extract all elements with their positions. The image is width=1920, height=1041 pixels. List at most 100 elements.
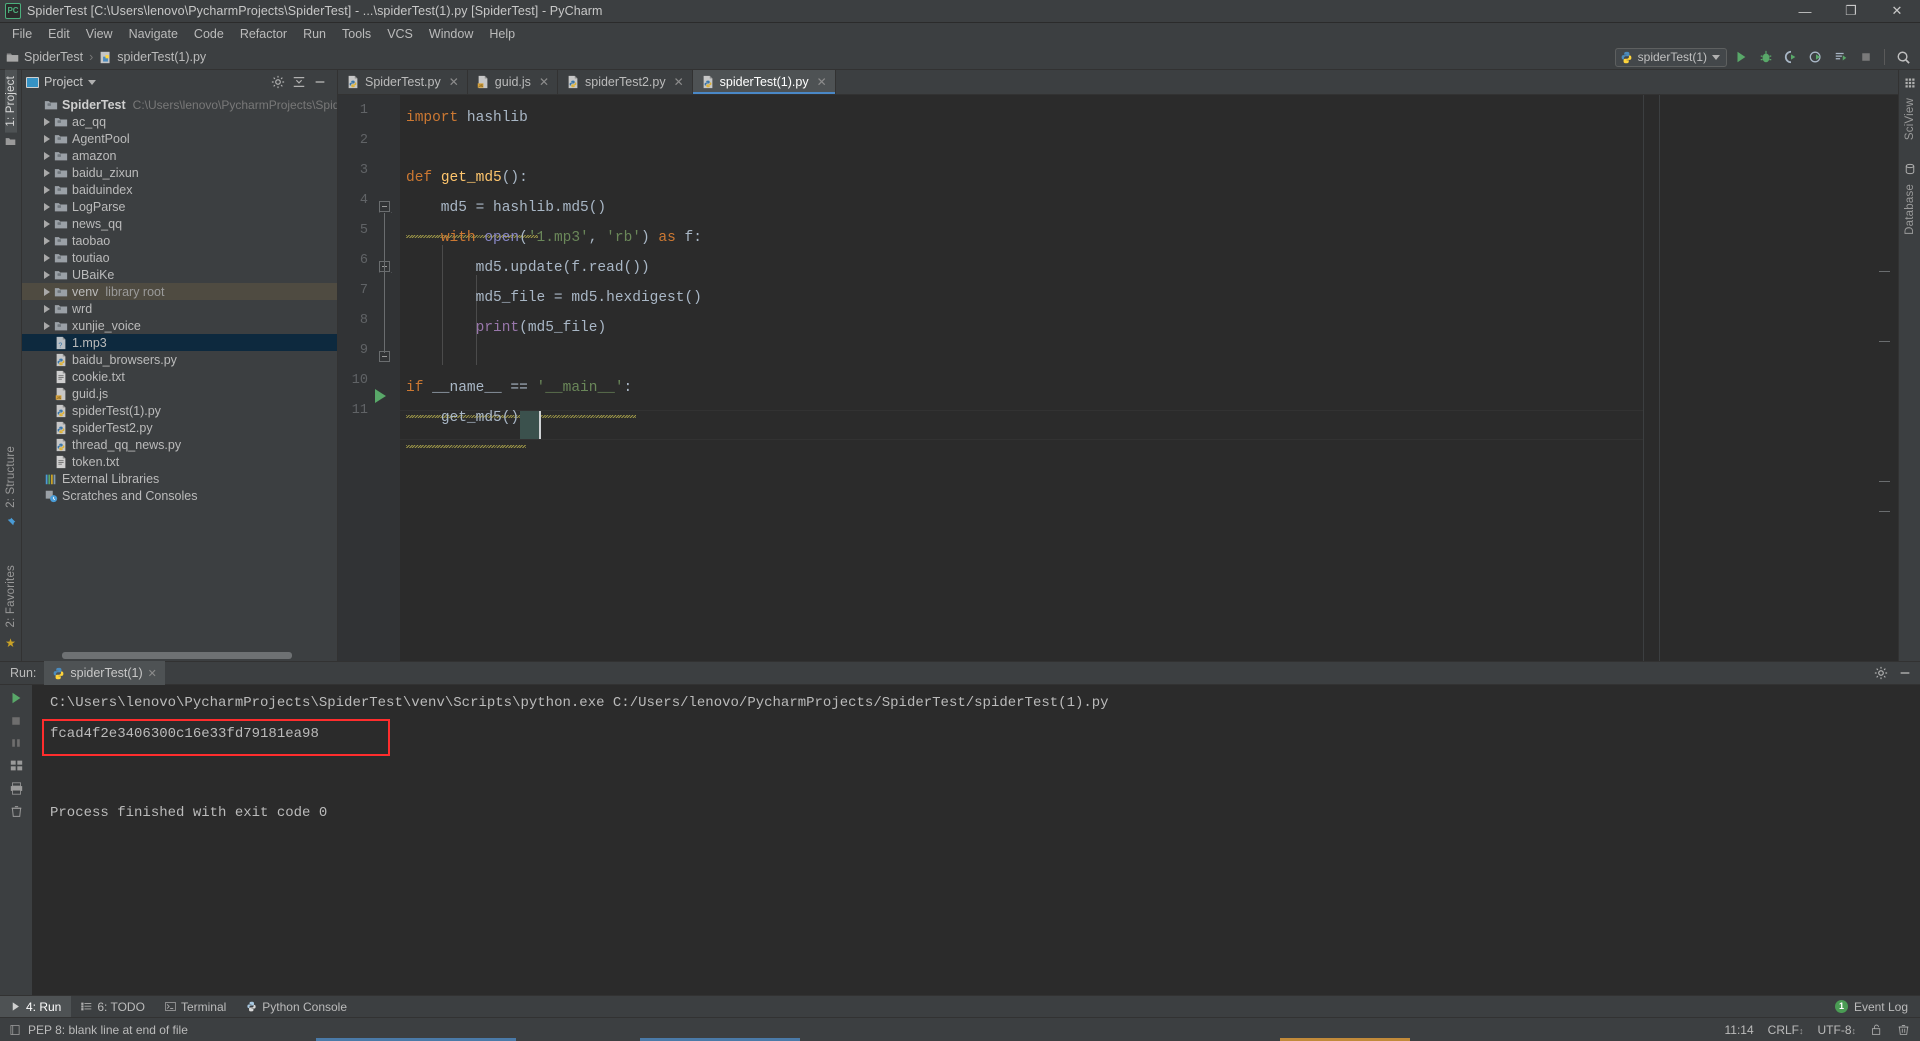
run-tab-spidertest[interactable]: spiderTest(1) ✕ — [44, 661, 165, 685]
gear-icon[interactable] — [1874, 666, 1888, 680]
tree-item-logparse[interactable]: LogParse — [22, 198, 337, 215]
run-configuration-selector[interactable]: spiderTest(1) — [1614, 47, 1727, 67]
expand-arrow-icon[interactable] — [40, 134, 53, 143]
rerun-button[interactable] — [9, 691, 23, 705]
stop-button[interactable] — [10, 715, 22, 727]
menu-vcs[interactable]: VCS — [379, 24, 421, 44]
expand-arrow-icon[interactable] — [40, 117, 53, 126]
menu-view[interactable]: View — [78, 24, 121, 44]
toggle-view-button[interactable] — [10, 759, 23, 772]
sciview-icon[interactable] — [1904, 77, 1916, 89]
tree-item-1-mp3[interactable]: ? 1.mp3 — [22, 334, 337, 351]
hide-panel-icon[interactable] — [1898, 666, 1912, 680]
run-coverage-button[interactable] — [1780, 46, 1802, 68]
sidebar-item-favorites[interactable]: 2: Favorites — [5, 559, 17, 633]
folder-icon[interactable] — [5, 136, 16, 147]
gc-icon[interactable] — [1897, 1023, 1910, 1036]
project-horizontal-scrollbar[interactable] — [22, 649, 337, 661]
close-icon[interactable]: ✕ — [449, 75, 459, 89]
menu-file[interactable]: File — [4, 24, 40, 44]
menu-refactor[interactable]: Refactor — [232, 24, 295, 44]
gear-icon[interactable] — [271, 75, 285, 89]
expand-arrow-icon[interactable] — [40, 219, 53, 228]
encoding-indicator[interactable]: UTF-8↕ — [1818, 1023, 1857, 1037]
code-editor[interactable]: import hashlib def get_md5(): md5 = hashl… — [400, 95, 1643, 661]
menu-edit[interactable]: Edit — [40, 24, 78, 44]
expand-arrow-icon[interactable] — [40, 253, 53, 262]
sidebar-item-database[interactable]: Database — [1904, 178, 1916, 241]
menu-help[interactable]: Help — [481, 24, 523, 44]
sidebar-item-sciview[interactable]: SciView — [1904, 92, 1916, 146]
tree-item-spidertest[interactable]: SpiderTest C:\Users\lenovo\PycharmProject… — [22, 96, 337, 113]
bottom-tab-terminal[interactable]: Terminal — [155, 996, 236, 1018]
breadcrumb-file[interactable]: spiderTest(1).py — [117, 50, 206, 64]
tree-item-scratches-and-consoles[interactable]: Scratches and Consoles — [22, 487, 337, 504]
tree-item-toutiao[interactable]: toutiao — [22, 249, 337, 266]
clear-all-button[interactable] — [10, 805, 23, 818]
bottom-tab-run[interactable]: 4: Run — [0, 995, 72, 1018]
chevron-down-icon[interactable] — [87, 79, 96, 85]
editor-tab-guid-js[interactable]: JS guid.js ✕ — [468, 70, 558, 94]
sidebar-item-project[interactable]: 1: Project — [4, 70, 17, 133]
editor-tab-spidertest-py[interactable]: SpiderTest.py ✕ — [338, 70, 468, 94]
breadcrumb-project[interactable]: SpiderTest — [24, 50, 83, 64]
run-button[interactable] — [1730, 46, 1752, 68]
expand-arrow-icon[interactable] — [40, 202, 53, 211]
tree-item-xunjie-voice[interactable]: xunjie_voice — [22, 317, 337, 334]
run-gutter-icon[interactable] — [375, 389, 386, 403]
unlocked-icon[interactable] — [1870, 1023, 1883, 1036]
tree-item-taobao[interactable]: taobao — [22, 232, 337, 249]
debug-button[interactable] — [1755, 46, 1777, 68]
stop-button[interactable] — [1855, 46, 1877, 68]
editor-tab-spidertest-1-py[interactable]: spiderTest(1).py ✕ — [692, 70, 836, 94]
tree-item-ubaike[interactable]: UBaiKe — [22, 266, 337, 283]
expand-arrow-icon[interactable] — [40, 287, 53, 296]
minimize-button[interactable]: — — [1782, 0, 1828, 23]
hide-panel-icon[interactable] — [313, 75, 327, 89]
project-panel-title[interactable]: Project — [44, 75, 83, 89]
menu-navigate[interactable]: Navigate — [121, 24, 186, 44]
database-icon[interactable] — [1904, 163, 1916, 175]
close-icon[interactable]: ✕ — [539, 75, 549, 89]
bottom-tab-python-console[interactable]: Python Console — [236, 996, 357, 1018]
menu-window[interactable]: Window — [421, 24, 481, 44]
run-console[interactable]: C:\Users\lenovo\PycharmProjects\SpiderTe… — [32, 685, 1920, 995]
tree-item-external-libraries[interactable]: External Libraries — [22, 470, 337, 487]
tree-item-wrd[interactable]: wrd — [22, 300, 337, 317]
pin-icon[interactable] — [5, 517, 16, 528]
tree-item-news-qq[interactable]: news_qq — [22, 215, 337, 232]
fold-marker-def[interactable] — [379, 201, 390, 212]
menu-tools[interactable]: Tools — [334, 24, 379, 44]
close-icon[interactable]: ✕ — [148, 667, 157, 680]
sidebar-item-structure[interactable]: 2: Structure — [5, 440, 17, 514]
tree-item-token-txt[interactable]: token.txt — [22, 453, 337, 470]
expand-arrow-icon[interactable] — [40, 270, 53, 279]
close-button[interactable]: ✕ — [1874, 0, 1920, 23]
editor-tab-spidertest2-py[interactable]: spiderTest2.py ✕ — [558, 70, 693, 94]
tree-item-guid-js[interactable]: JS guid.js — [22, 385, 337, 402]
menu-run[interactable]: Run — [295, 24, 334, 44]
editor-gutter[interactable]: 1 2 3 4 5 6 7 8 9 10 11 — [338, 95, 400, 661]
tree-item-baidu-zixun[interactable]: baidu_zixun — [22, 164, 337, 181]
line-separator-indicator[interactable]: CRLF↕ — [1768, 1023, 1804, 1037]
tree-item-ac-qq[interactable]: ac_qq — [22, 113, 337, 130]
expand-arrow-icon[interactable] — [40, 168, 53, 177]
tree-item-spidertest-1-py[interactable]: spiderTest(1).py — [22, 402, 337, 419]
run-with-options-button[interactable] — [1830, 46, 1852, 68]
profile-button[interactable] — [1805, 46, 1827, 68]
expand-arrow-icon[interactable] — [40, 236, 53, 245]
close-icon[interactable]: ✕ — [674, 75, 684, 89]
editor-marker-column[interactable] — [1643, 95, 1659, 661]
collapse-all-icon[interactable] — [292, 75, 306, 89]
menu-code[interactable]: Code — [186, 24, 232, 44]
tree-item-amazon[interactable]: amazon — [22, 147, 337, 164]
expand-arrow-icon[interactable] — [40, 304, 53, 313]
event-log-area[interactable]: 1 Event Log — [1834, 1000, 1920, 1014]
star-icon[interactable]: ★ — [5, 636, 16, 650]
pause-button[interactable] — [10, 737, 22, 749]
expand-arrow-icon[interactable] — [40, 321, 53, 330]
tree-item-baiduindex[interactable]: baiduindex — [22, 181, 337, 198]
tree-item-agentpool[interactable]: AgentPool — [22, 130, 337, 147]
tree-item-venv[interactable]: venv library root — [22, 283, 337, 300]
print-button[interactable] — [10, 782, 23, 795]
